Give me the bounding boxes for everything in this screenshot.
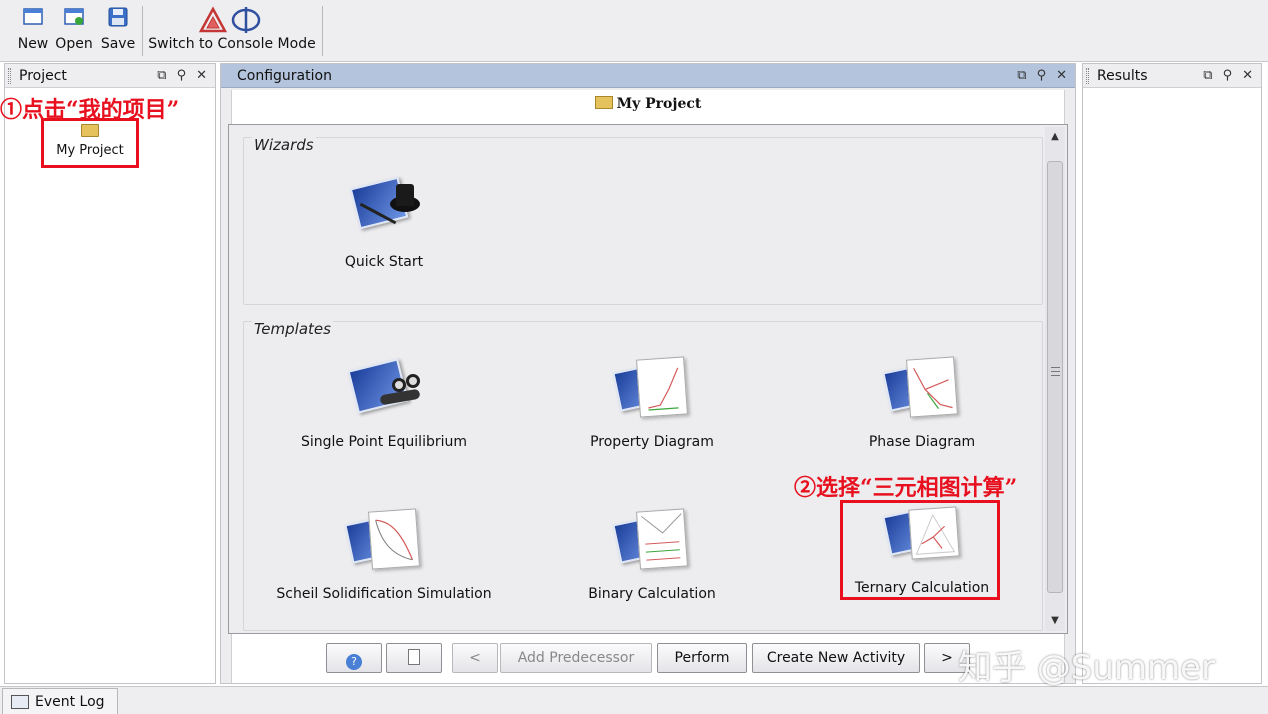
project-folder-icon xyxy=(594,96,613,109)
perform-button[interactable]: Perform xyxy=(657,643,747,673)
pin-icon[interactable]: ⚲ xyxy=(1037,64,1047,88)
create-new-activity-button[interactable]: Create New Activity xyxy=(752,643,920,673)
close-icon[interactable]: ✕ xyxy=(1242,64,1253,88)
configuration-title: My Project xyxy=(220,96,1076,112)
save-button[interactable]: Save xyxy=(98,6,138,58)
switch-console-mode-button[interactable]: Switch to Console Mode xyxy=(146,6,318,58)
toolbar-separator xyxy=(142,6,143,56)
scheil-solidification-simulation-item[interactable]: Scheil Solidification Simulation xyxy=(264,508,504,602)
restore-icon[interactable]: ⧉ xyxy=(1203,64,1212,88)
close-icon[interactable]: ✕ xyxy=(196,64,207,88)
open-icon xyxy=(54,6,94,32)
help-button[interactable]: ? xyxy=(326,643,382,673)
property-diagram-item[interactable]: Property Diagram xyxy=(532,356,772,450)
annotation-box-step2 xyxy=(840,500,1000,600)
scheil-icon xyxy=(344,508,424,578)
vertical-scrollbar[interactable]: ▲ ▼ xyxy=(1045,127,1065,631)
pin-icon[interactable]: ⚲ xyxy=(177,64,187,88)
pin-icon[interactable]: ⚲ xyxy=(1223,64,1233,88)
annotation-step2: ②选择“三元相图计算” xyxy=(794,475,1018,501)
results-panel-header: Results ⧉ ⚲ ✕ xyxy=(1083,64,1261,88)
phase-diagram-item[interactable]: Phase Diagram xyxy=(802,356,1042,450)
watermark: 知乎 @Summer xyxy=(958,648,1216,688)
document-icon xyxy=(408,649,420,665)
phase-diagram-icon xyxy=(882,356,962,426)
wizards-group: Wizards Quick Start xyxy=(243,136,1043,305)
binary-icon xyxy=(612,508,692,578)
close-icon[interactable]: ✕ xyxy=(1056,64,1067,88)
drag-grip[interactable] xyxy=(1086,68,1089,84)
results-panel: Results ⧉ ⚲ ✕ xyxy=(1082,63,1262,684)
thermo-calc-logo-icon xyxy=(146,6,318,33)
single-point-equilibrium-item[interactable]: Single Point Equilibrium xyxy=(264,356,504,450)
restore-icon[interactable]: ⧉ xyxy=(157,64,166,88)
configuration-panel-header: Configuration ⧉ ⚲ ✕ xyxy=(221,64,1075,88)
event-log-icon xyxy=(11,695,29,709)
quick-start-item[interactable]: Quick Start xyxy=(264,176,504,270)
single-point-icon xyxy=(344,356,424,426)
new-icon xyxy=(14,6,52,32)
scroll-down-arrow[interactable]: ▼ xyxy=(1045,611,1065,631)
main-toolbar: New Open Save Switch to Console Mode xyxy=(0,0,1268,62)
scroll-up-arrow[interactable]: ▲ xyxy=(1045,127,1065,147)
binary-calculation-item[interactable]: Binary Calculation xyxy=(532,508,772,602)
new-document-button[interactable] xyxy=(386,643,442,673)
new-button[interactable]: New xyxy=(14,6,52,58)
status-bar xyxy=(0,686,1268,714)
drag-grip[interactable] xyxy=(8,68,11,84)
event-log-tab[interactable]: Event Log xyxy=(2,688,118,714)
help-icon: ? xyxy=(346,654,362,670)
quick-start-icon xyxy=(344,176,424,246)
scrollbar-thumb[interactable] xyxy=(1047,161,1063,593)
save-icon xyxy=(98,6,138,32)
add-predecessor-button[interactable]: Add Predecessor xyxy=(500,643,652,673)
project-panel-header: Project ⧉ ⚲ ✕ xyxy=(5,64,215,88)
annotation-box-step1 xyxy=(41,118,139,168)
previous-button[interactable]: < xyxy=(452,643,498,673)
property-diagram-icon xyxy=(612,356,692,426)
restore-icon[interactable]: ⧉ xyxy=(1017,64,1026,88)
toolbar-separator xyxy=(322,6,323,56)
open-button[interactable]: Open xyxy=(54,6,94,58)
